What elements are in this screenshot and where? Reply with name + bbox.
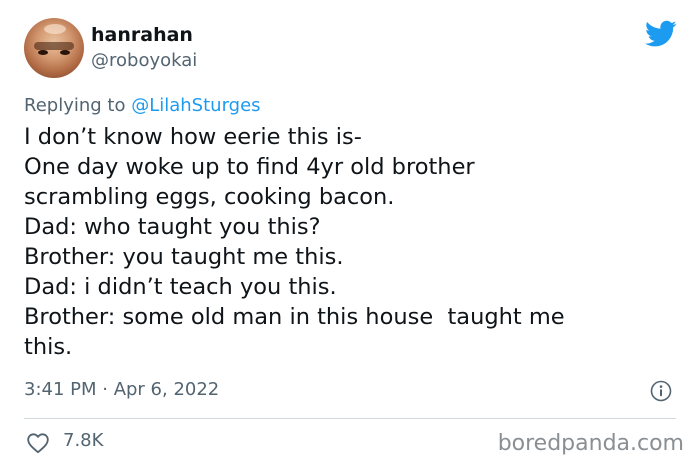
tweet-line: this. [24, 334, 73, 360]
tweet-line: One day woke up to find 4yr old brother [24, 154, 475, 180]
tweet-line: Brother: some old man in this house taug… [24, 304, 565, 330]
replying-prefix: Replying to [24, 95, 132, 116]
tweet-line: Dad: i didn’t teach you this. [24, 274, 337, 300]
watermark: boredpanda.com [497, 431, 684, 456]
reply-mention-link[interactable]: @LilahSturges [131, 95, 260, 116]
avatar-shine [44, 24, 66, 34]
avatar-brow [34, 42, 74, 50]
tweet-line: Dad: who taught you this? [24, 214, 321, 240]
avatar-eye-right [60, 50, 70, 55]
avatar[interactable] [24, 18, 84, 78]
tweet-line: scrambling eggs, cooking bacon. [24, 184, 395, 210]
like-count[interactable]: 7.8K [63, 430, 103, 451]
tweet-timestamp[interactable]: 3:41 PM · Apr 6, 2022 [24, 379, 219, 400]
replying-to: Replying to @LilahSturges [24, 95, 261, 116]
tweet-text: I don’t know how eerie this is- One day … [24, 122, 664, 362]
tweet-line: I don’t know how eerie this is- [24, 124, 362, 150]
author-handle[interactable]: @roboyokai [91, 50, 197, 71]
info-icon[interactable] [650, 380, 672, 402]
avatar-eye-left [38, 50, 48, 55]
author-display-name[interactable]: hanrahan [91, 24, 193, 46]
twitter-bird-icon[interactable] [645, 20, 677, 48]
heart-icon[interactable] [26, 432, 50, 454]
divider [24, 418, 676, 419]
tweet-line: Brother: you taught me this. [24, 244, 344, 270]
